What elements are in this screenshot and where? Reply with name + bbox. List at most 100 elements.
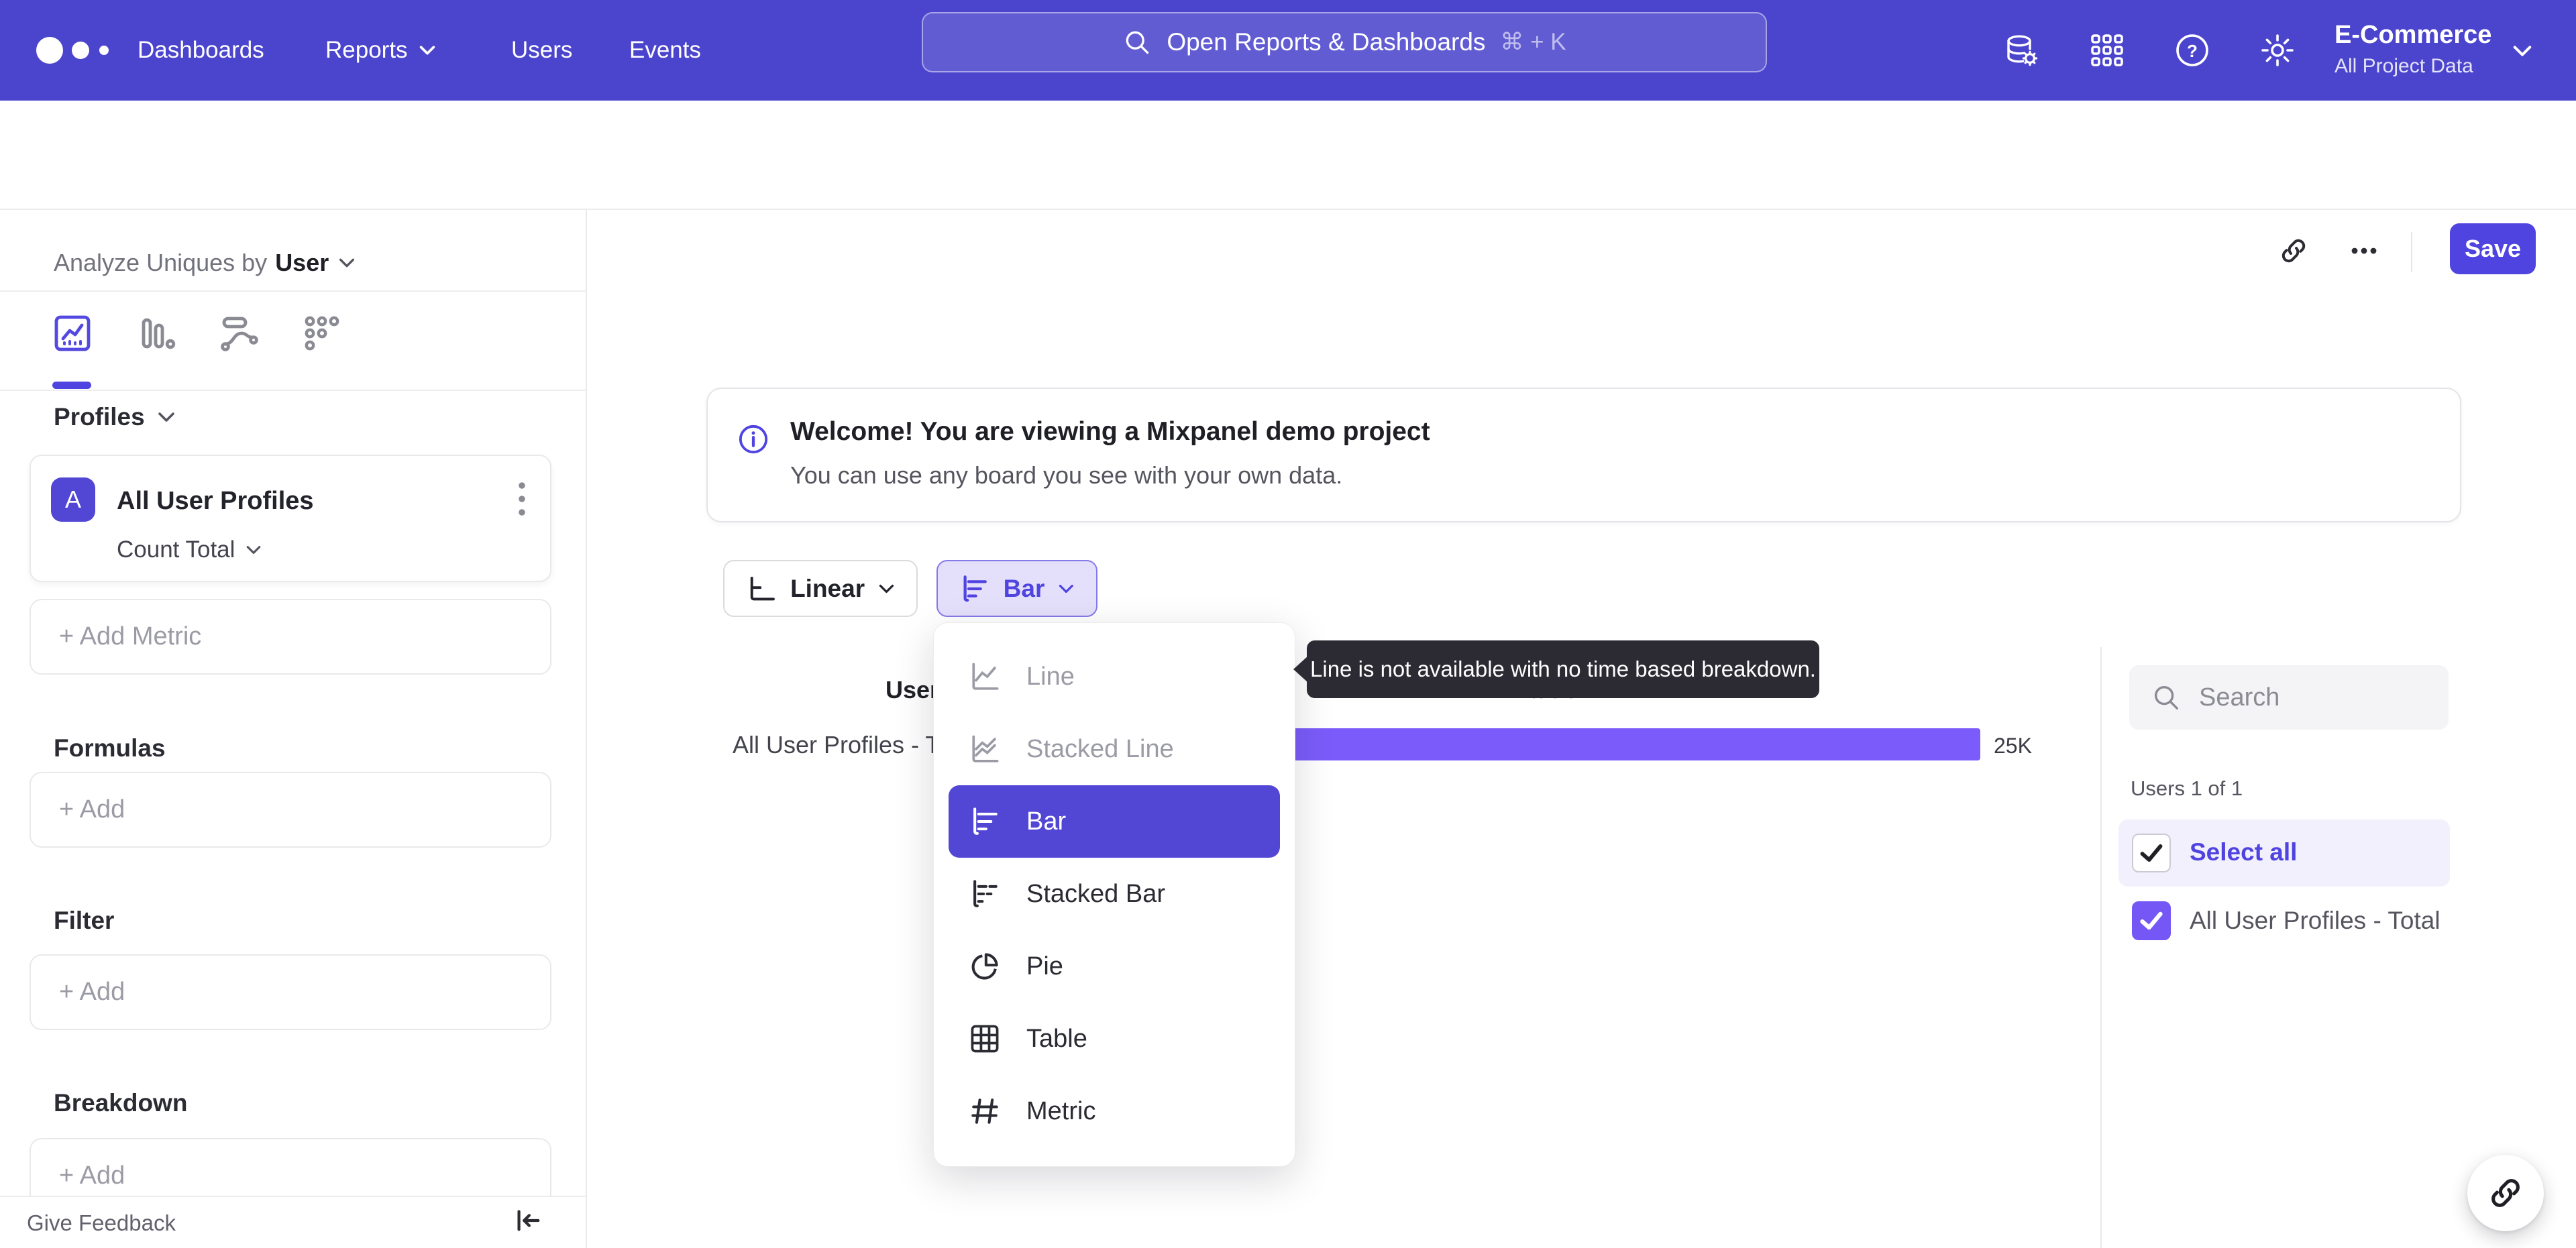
tab-insights[interactable] <box>51 312 94 355</box>
nav-item-label: Users <box>511 37 573 63</box>
nav-item-reports[interactable]: Reports <box>325 0 437 101</box>
chevron-down-icon <box>1059 584 1074 593</box>
menu-item-table[interactable]: Table <box>934 1003 1295 1075</box>
nav-item-label: Dashboards <box>138 37 264 63</box>
nav-item-label: Events <box>629 37 701 63</box>
search-icon <box>2154 685 2179 710</box>
copy-link-icon[interactable] <box>2277 235 2310 267</box>
profiles-section-header[interactable]: Profiles <box>54 403 177 431</box>
series-checkbox[interactable] <box>2132 901 2171 940</box>
sidebar-footer: Give Feedback <box>0 1196 586 1248</box>
select-all-checkbox[interactable] <box>2132 834 2171 872</box>
copy-link-fab[interactable] <box>2467 1155 2544 1231</box>
chart-type-menu: Line Stacked Line Bar Stacked Bar Pie Ta… <box>933 622 1295 1167</box>
menu-item-stacked-line: Stacked Line <box>934 713 1295 785</box>
nav-item-users[interactable]: Users <box>511 0 572 101</box>
more-options-icon[interactable] <box>2348 235 2380 267</box>
scale-label: Linear <box>790 574 865 602</box>
legend-select-all-row[interactable]: Select all <box>2118 819 2450 887</box>
select-all-label: Select all <box>2190 838 2298 866</box>
metric-card[interactable]: A All User Profiles Count Total <box>30 455 551 582</box>
give-feedback-link[interactable]: Give Feedback <box>27 1210 176 1236</box>
demo-banner <box>706 388 2461 522</box>
apps-grid-icon[interactable] <box>2088 32 2126 69</box>
add-metric-label: + Add Metric <box>59 622 202 650</box>
chevron-down-icon <box>158 412 174 422</box>
tooltip-arrow <box>1293 656 1308 683</box>
query-builder-sidebar: Analyze Uniques by User Profiles A All U… <box>0 210 587 1248</box>
aggregation-label: Count Total <box>117 536 235 563</box>
menu-item-label: Pie <box>1026 952 1063 980</box>
analyze-by-label: Analyze Uniques by <box>54 249 268 276</box>
tab-funnels[interactable] <box>134 312 177 355</box>
mixpanel-logo[interactable] <box>35 34 115 67</box>
global-search-shortcut: ⌘ + K <box>1500 29 1566 55</box>
analyze-by-value: User <box>275 249 329 276</box>
chart-type-selector-button[interactable]: Bar <box>936 560 1097 617</box>
add-label: + Add <box>59 978 125 1006</box>
check-icon <box>2140 911 2163 930</box>
help-icon[interactable]: ? <box>2174 32 2211 69</box>
divider <box>0 390 587 391</box>
metric-options-icon[interactable] <box>508 475 535 523</box>
data-management-icon[interactable] <box>2003 32 2041 69</box>
settings-gear-icon[interactable] <box>2259 32 2296 69</box>
axis-linear-icon <box>750 576 775 600</box>
nav-item-events[interactable]: Events <box>629 0 701 101</box>
search-icon <box>1126 31 1149 54</box>
report-header: Untitled + Add description... Save <box>0 101 2576 274</box>
metric-name[interactable]: All User Profiles <box>117 487 314 516</box>
menu-item-label: Stacked Bar <box>1026 879 1165 908</box>
section-label: Filter <box>54 907 115 934</box>
analyze-by-control[interactable]: Analyze Uniques by User <box>54 249 357 277</box>
save-button[interactable]: Save <box>2450 223 2536 274</box>
metric-aggregation-selector[interactable]: Count Total <box>117 536 263 563</box>
chevron-down-icon <box>339 258 355 268</box>
stacked-line-chart-icon <box>972 735 999 762</box>
legend-search-placeholder: Search <box>2199 683 2280 712</box>
menu-item-label: Table <box>1026 1024 1087 1053</box>
legend-series-row[interactable]: All User Profiles - Total <box>2118 891 2450 951</box>
breakdown-section-header: Breakdown <box>54 1089 187 1117</box>
banner-title: Welcome! You are viewing a Mixpanel demo… <box>790 417 1430 446</box>
mixpanel-insights-app: Dashboards Reports Users Events Open Rep… <box>0 0 2576 1248</box>
scale-selector-button[interactable]: Linear <box>723 560 918 617</box>
menu-item-label: Metric <box>1026 1096 1096 1125</box>
global-search-bar[interactable]: Open Reports & Dashboards ⌘ + K <box>922 12 1767 72</box>
metric-badge: A <box>51 477 95 522</box>
metric-hash-icon <box>971 1098 998 1124</box>
add-label: + Add <box>59 795 125 824</box>
menu-item-label: Bar <box>1026 807 1067 836</box>
legend-count-label: Users 1 of 1 <box>2131 777 2243 800</box>
add-label: + Add <box>59 1161 125 1190</box>
chart-type-label: Bar <box>1003 574 1045 602</box>
section-label: Formulas <box>54 734 166 762</box>
line-chart-icon <box>972 663 999 690</box>
legend-search-input[interactable]: Search <box>2129 665 2449 730</box>
chart-bar-value: 25K <box>1994 734 2032 758</box>
menu-item-label: Line <box>1026 662 1075 691</box>
add-filter-button[interactable]: + Add <box>30 954 551 1030</box>
nav-item-dashboards[interactable]: Dashboards <box>138 0 264 101</box>
tab-retention[interactable] <box>301 312 343 355</box>
add-formula-button[interactable]: + Add <box>30 772 551 848</box>
menu-item-label: Stacked Line <box>1026 734 1174 763</box>
svg-text:?: ? <box>2187 41 2198 61</box>
add-metric-button[interactable]: + Add Metric <box>30 599 551 675</box>
filter-section-header: Filter <box>54 907 114 935</box>
link-icon <box>2491 1179 2520 1207</box>
tooltip-text: Line is not available with no time based… <box>1310 657 1816 681</box>
menu-item-bar[interactable]: Bar <box>949 785 1280 858</box>
menu-item-stacked-bar[interactable]: Stacked Bar <box>934 858 1295 930</box>
collapse-sidebar-icon[interactable] <box>513 1205 543 1236</box>
bar-chart-icon <box>973 807 998 835</box>
nav-item-label: Reports <box>325 37 408 63</box>
formulas-section-header: Formulas <box>54 734 166 762</box>
section-label: Breakdown <box>54 1089 188 1117</box>
table-icon <box>971 1025 999 1053</box>
menu-item-metric[interactable]: Metric <box>934 1075 1295 1147</box>
tab-flows[interactable] <box>217 312 260 355</box>
project-switcher[interactable]: E-Commerce All Project Data <box>2334 17 2522 80</box>
menu-item-pie[interactable]: Pie <box>934 930 1295 1003</box>
chevron-down-icon <box>247 546 261 554</box>
